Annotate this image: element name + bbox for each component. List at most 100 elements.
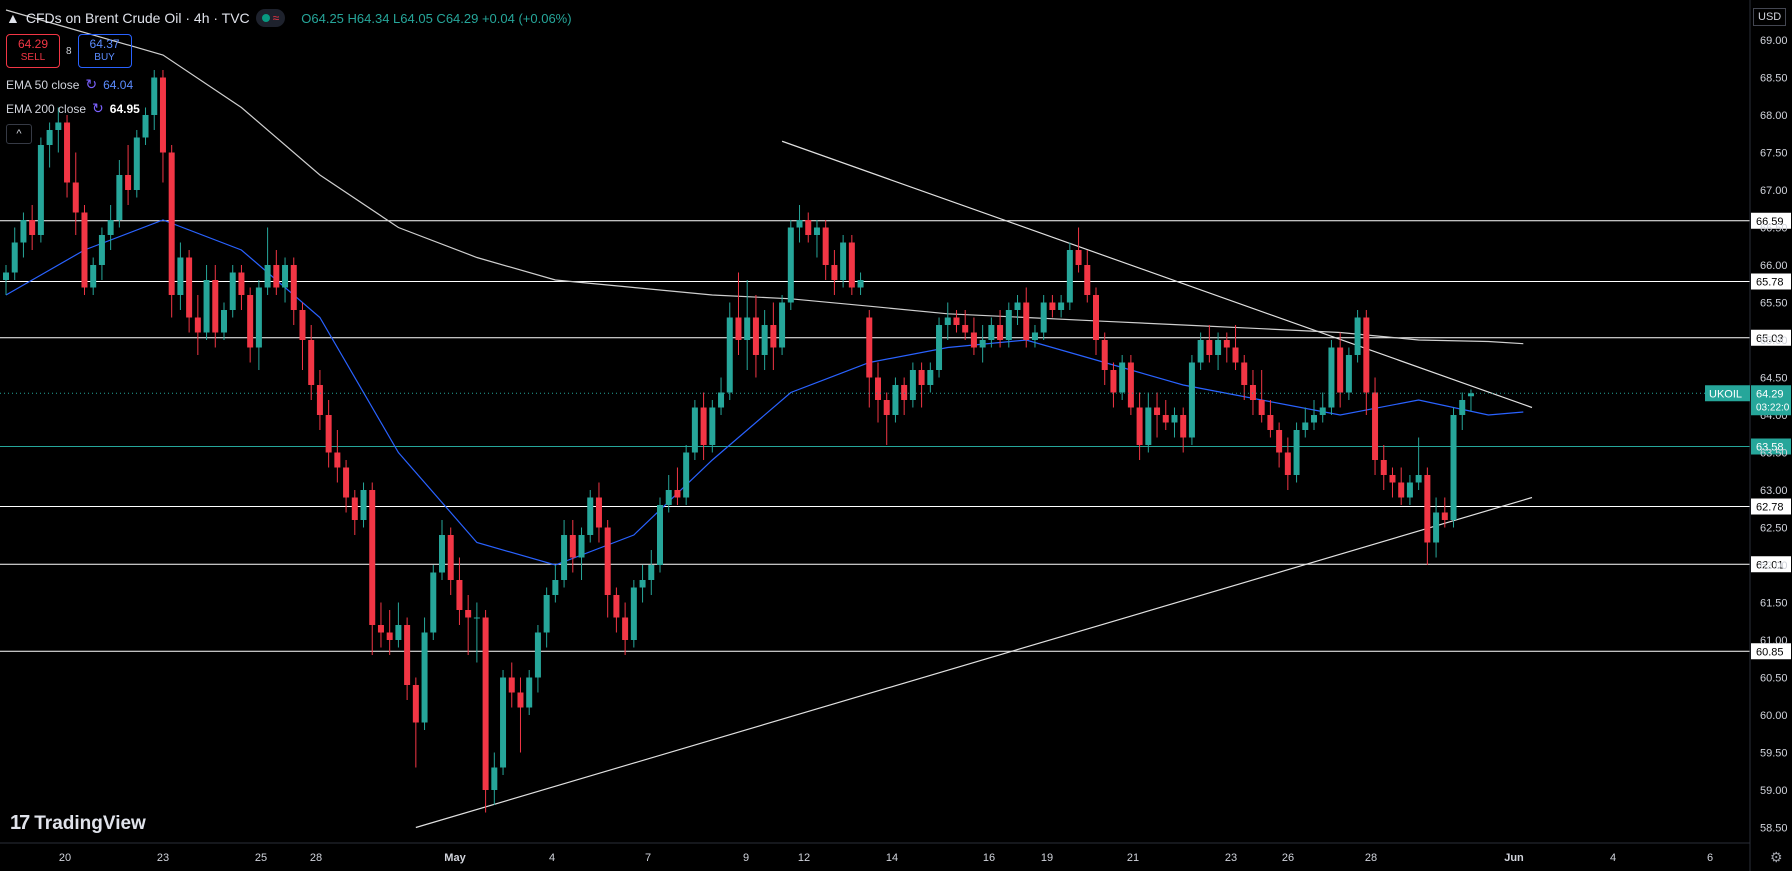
candle-body: [273, 265, 280, 288]
candle-body: [439, 535, 445, 573]
candle-body: [1258, 400, 1265, 415]
x-tick-label: 4: [549, 852, 555, 864]
candle-body: [988, 325, 995, 340]
candle-body: [534, 632, 541, 678]
buy-button[interactable]: 64.37 BUY: [77, 34, 132, 68]
tv-logo-icon: 17: [10, 812, 30, 834]
x-tick-label: 26: [1282, 852, 1294, 864]
candle-body: [857, 280, 864, 288]
candle-body: [142, 115, 149, 138]
candle-body: [1319, 407, 1326, 415]
candle-body: [412, 685, 419, 723]
ema50-value: 64.04: [103, 77, 134, 92]
candle-body: [726, 317, 733, 393]
tradingview-logo[interactable]: 17 TradingView: [10, 812, 146, 835]
y-tick-label: 60.50: [1760, 673, 1788, 685]
candle-body: [1302, 422, 1309, 430]
candle-body: [282, 265, 289, 288]
candle-body: [473, 617, 480, 619]
currency-badge[interactable]: USD: [1753, 8, 1787, 26]
y-tick-label: 68.50: [1760, 73, 1788, 85]
collapse-legend-button[interactable]: ^: [6, 124, 32, 144]
candle-body: [604, 527, 611, 595]
candle-body: [944, 317, 951, 325]
candle-body: [526, 677, 533, 708]
candle-body: [1249, 385, 1256, 400]
candle-body: [194, 317, 201, 333]
candle-body: [962, 325, 969, 333]
candle-body: [386, 632, 393, 640]
candle-body: [159, 77, 166, 153]
buy-label: BUY: [94, 52, 115, 63]
candle-body: [20, 220, 27, 243]
candle-body: [892, 385, 899, 415]
candle-body: [1119, 362, 1126, 393]
candle-body: [683, 452, 690, 498]
candle-body: [238, 272, 245, 295]
x-tick-label: 16: [983, 852, 995, 864]
ema200-label: EMA 200 close: [6, 101, 87, 116]
x-tick-label: 20: [59, 852, 71, 864]
candle-body: [840, 242, 847, 280]
chart-title[interactable]: CFDs on Brent Crude Oil · 4h · TVC: [26, 10, 250, 26]
candle-body: [325, 415, 332, 453]
candle-body: [831, 265, 838, 280]
legend-ema200[interactable]: EMA 200 close ↻ 64.95: [6, 100, 140, 117]
candle-body: [1040, 302, 1047, 333]
candle-body: [186, 257, 193, 318]
price-chart[interactable]: 66.5965.7865.0363.5862.7862.0160.85 58.5…: [0, 0, 1792, 871]
y-tick-label: 65.50: [1760, 298, 1788, 310]
candle-body: [212, 280, 219, 333]
candle-body: [1223, 340, 1230, 348]
y-tick-label: 64.50: [1760, 373, 1788, 385]
y-tick-label: 61.00: [1760, 635, 1788, 647]
candle-body: [813, 227, 820, 235]
candle-body: [1084, 265, 1091, 295]
candle-body: [255, 287, 262, 348]
loading-icon: ↻: [85, 76, 98, 92]
candle-body: [1459, 400, 1466, 415]
candle-body: [787, 227, 794, 303]
candle-body: [151, 77, 158, 115]
candle-body: [630, 587, 637, 640]
candle-body: [1162, 415, 1169, 423]
candle-body: [1154, 407, 1161, 415]
candle-body: [1363, 317, 1370, 393]
sell-label: SELL: [20, 52, 46, 63]
candle-body: [369, 490, 376, 625]
candle-body: [997, 325, 1004, 340]
candle-body: [72, 182, 79, 213]
y-tick-label: 69.00: [1760, 35, 1788, 47]
candle-body: [1101, 340, 1108, 370]
candle-body: [622, 617, 629, 640]
candle-body: [657, 505, 663, 565]
candle-body: [360, 490, 367, 520]
x-axis: 20 23 25 28 May 4 7 9 12 14 16 19 21 23 26 28 Jun 4 6: [59, 852, 1713, 864]
candle-body: [1206, 340, 1213, 355]
candle-body: [1066, 250, 1073, 303]
settings-icon[interactable]: ⚙: [1770, 849, 1783, 866]
candle-body: [1337, 347, 1344, 393]
sell-button[interactable]: 64.29 SELL: [6, 34, 60, 68]
candle-body: [517, 692, 524, 708]
candle-body: [1110, 370, 1117, 393]
market-status-pill[interactable]: ≈: [255, 9, 286, 27]
ema50-label: EMA 50 close: [6, 77, 80, 92]
candle-body: [508, 677, 515, 693]
candle-body: [116, 175, 123, 220]
symbol-icon: ▲: [6, 10, 20, 26]
candle-body: [290, 265, 297, 310]
legend-ema50[interactable]: EMA 50 close ↻ 64.04: [6, 76, 133, 93]
candle-body: [1136, 407, 1143, 445]
y-tick-label: 62.00: [1760, 560, 1788, 572]
y-tick-label: 63.50: [1760, 448, 1788, 460]
candle-body: [936, 325, 943, 370]
y-tick-label: 68.00: [1760, 110, 1788, 122]
candle-body: [1389, 475, 1396, 483]
candle-body: [168, 152, 175, 295]
candle-body: [1014, 302, 1021, 310]
candle-body: [613, 595, 620, 618]
x-tick-label: 4: [1610, 852, 1616, 864]
ema200-value: 64.95: [109, 101, 140, 116]
x-tick-label: 28: [310, 852, 322, 864]
